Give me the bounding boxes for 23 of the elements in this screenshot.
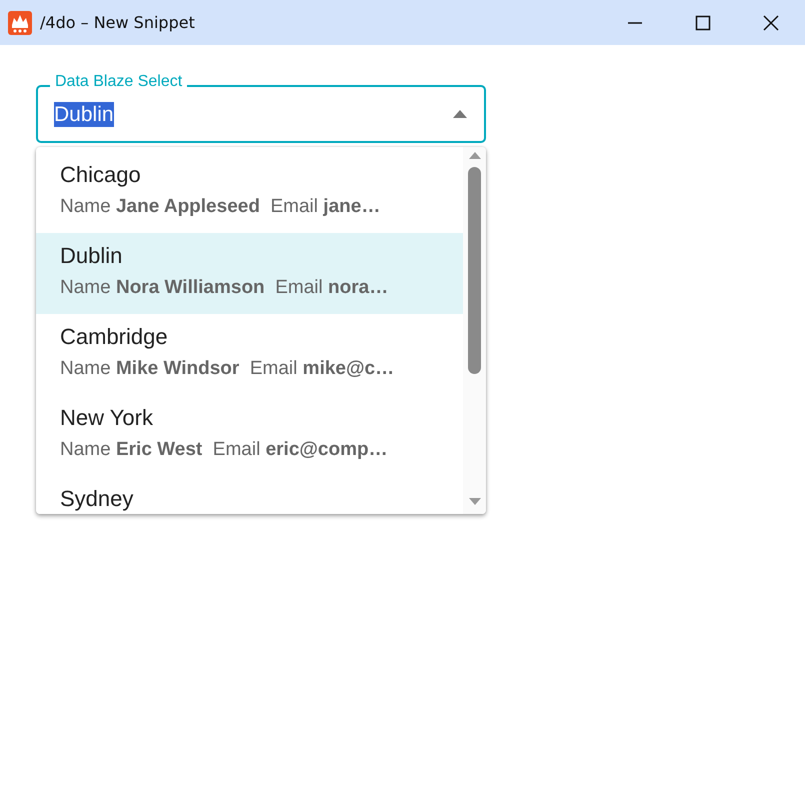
option-title: Chicago — [60, 163, 141, 187]
option-title: New York — [60, 406, 153, 430]
window-title: /4do – New Snippet — [40, 13, 196, 32]
minimize-icon — [628, 22, 642, 24]
dropdown-option[interactable]: Sydney — [36, 476, 463, 514]
dropdown-option[interactable]: Dublin Name Nora Williamson Email nora… — [36, 233, 463, 314]
scrollbar[interactable] — [463, 147, 486, 514]
scroll-up-icon[interactable] — [468, 151, 482, 160]
close-icon — [763, 14, 779, 30]
maximize-icon — [695, 14, 711, 30]
scrollbar-thumb[interactable] — [468, 167, 481, 374]
option-details: Name Mike Windsor Email mike@c… — [60, 357, 394, 381]
option-details: Name Nora Williamson Email nora… — [60, 276, 388, 300]
option-title: Cambridge — [60, 325, 168, 349]
select-field[interactable]: Dublin — [36, 85, 486, 143]
app-logo-icon — [8, 10, 32, 34]
scroll-down-icon[interactable] — [468, 497, 482, 506]
option-details: Name Jane Appleseed Email jane… — [60, 195, 380, 219]
option-title: Sydney — [60, 487, 134, 511]
selected-value: Dublin — [54, 102, 114, 126]
option-title: Dublin — [60, 244, 122, 268]
option-details: Name Eric West Email eric@comp… — [60, 438, 388, 462]
caret-icon[interactable] — [452, 109, 468, 119]
